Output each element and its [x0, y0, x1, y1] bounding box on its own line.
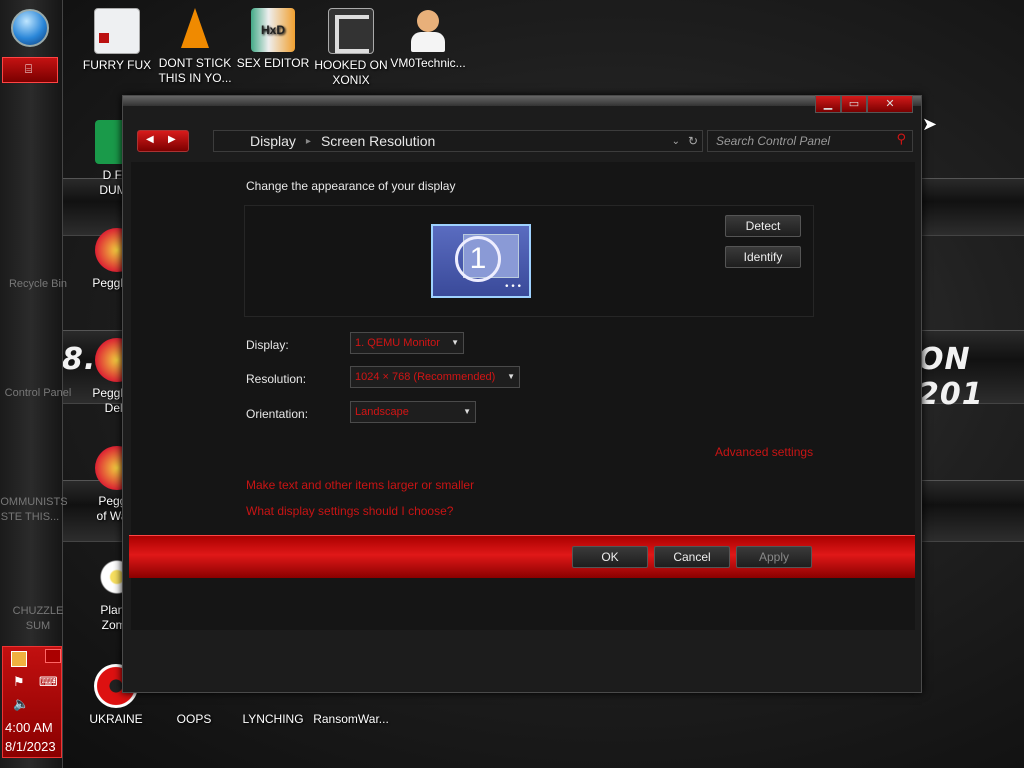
advanced-settings-link[interactable]: Advanced settings — [715, 445, 813, 459]
search-icon[interactable]: ⚲ — [896, 132, 906, 147]
identify-button[interactable]: Identify — [725, 246, 801, 268]
icon-label: DONT STICK — [158, 56, 232, 70]
vlc-cone-icon — [173, 8, 217, 52]
action-center-flag-icon[interactable]: ⚑ — [13, 675, 25, 690]
desktop-icon-furry-fux[interactable]: FURRY FUX — [79, 8, 155, 73]
wallpaper-text-right: ON 201 — [918, 342, 984, 412]
icon-label: LYNCHING — [242, 712, 304, 726]
display-select-value: 1. QEMU Monitor — [355, 337, 440, 349]
ok-button[interactable]: OK — [572, 546, 648, 568]
maximize-button[interactable]: ▭ — [841, 95, 867, 113]
back-forward-buttons: ◀ ▶ — [137, 130, 189, 152]
desktop-icon-recycle-bin[interactable]: Recycle Bin — [0, 277, 76, 292]
desktop-icon-hooked-on-xonix[interactable]: HOOKED ON XONIX — [313, 8, 389, 88]
dialog-button-bar: OK Cancel Apply — [129, 535, 915, 578]
minimize-button[interactable]: ▁ — [815, 95, 841, 113]
monitor-number: 1 — [455, 236, 501, 282]
hex-editor-icon: HxD — [251, 8, 295, 52]
icon-label: Control Panel — [4, 387, 72, 399]
clock-date[interactable]: 8/1/2023 — [5, 739, 56, 754]
icon-label: HOOKED ON — [314, 58, 388, 72]
icon-label: UKRAINE — [89, 712, 143, 726]
detect-button[interactable]: Detect — [725, 215, 801, 237]
screen-resolution-window: ▁ ▭ ✕ ◀ ▶ Display ▸ Screen Resolution ⌄ … — [122, 95, 922, 693]
resolution-label: Resolution: — [246, 372, 307, 386]
apply-button[interactable]: Apply — [736, 546, 812, 568]
orientation-select-value: Landscape — [355, 406, 409, 418]
volume-icon[interactable]: 🔈 — [13, 697, 29, 712]
icon-label: Recycle Bin — [8, 278, 68, 290]
refresh-icon[interactable]: ↻ — [688, 134, 698, 148]
icon-label-line2: SUM — [25, 620, 51, 632]
address-bar[interactable]: Display ▸ Screen Resolution ⌄ ↻ — [213, 130, 703, 152]
resolution-select-value: 1024 × 768 (Recommended) — [355, 371, 496, 383]
breadcrumb-display[interactable]: Display — [250, 133, 296, 149]
window-title-bar[interactable] — [123, 96, 921, 106]
start-button[interactable] — [11, 9, 49, 47]
program-window-icon — [94, 8, 140, 54]
which-settings-link[interactable]: What display settings should I choose? — [246, 504, 453, 518]
back-arrow-icon[interactable]: ◀ — [146, 134, 154, 145]
icon-label: CHUZZLE — [12, 605, 64, 617]
desktop-icon-control-panel[interactable]: Control Panel — [0, 386, 76, 401]
taskbar: ⌸ ⚑ ⌨ 🔈 4:00 AM 8/1/2023 — [0, 0, 63, 768]
taskbar-app-control-panel[interactable]: ⌸ — [2, 57, 58, 83]
close-icon: ✕ — [885, 97, 895, 110]
chevron-down-icon: ▼ — [463, 407, 471, 416]
mouse-pointer-icon: ➤ — [922, 114, 938, 135]
close-button[interactable]: ✕ — [867, 95, 913, 113]
icon-label-line2: XONIX — [332, 73, 370, 87]
clock-time[interactable]: 4:00 AM — [5, 720, 53, 735]
chevron-down-icon: ▼ — [507, 372, 515, 381]
desktop-icon-vm0technic[interactable]: VM0Technic... — [390, 8, 466, 71]
desktop-icon-dont-stick[interactable]: DONT STICK THIS IN YO... — [157, 8, 233, 86]
orientation-select[interactable]: Landscape ▼ — [350, 401, 476, 423]
control-panel-icon: ⌸ — [25, 62, 33, 76]
icon-label: COMMUNISTS — [0, 496, 68, 508]
system-tray: ⚑ ⌨ 🔈 4:00 AM 8/1/2023 — [2, 646, 62, 758]
tray-app-icon[interactable] — [11, 651, 27, 667]
user-avatar-icon — [406, 8, 450, 52]
cancel-button[interactable]: Cancel — [654, 546, 730, 568]
network-icon[interactable]: ⌨ — [39, 675, 58, 690]
chevron-down-icon: ▼ — [451, 338, 459, 347]
icon-label: SEX EDITOR — [236, 56, 310, 70]
page-heading: Change the appearance of your display — [246, 179, 456, 193]
text-size-link[interactable]: Make text and other items larger or smal… — [246, 478, 474, 492]
address-dropdown-icon[interactable]: ⌄ — [672, 136, 680, 147]
search-input[interactable]: Search Control Panel — [716, 134, 830, 148]
breadcrumb-separator-icon[interactable]: ▸ — [306, 136, 311, 147]
display-select[interactable]: 1. QEMU Monitor ▼ — [350, 332, 464, 354]
minimize-icon: ▁ — [823, 97, 833, 110]
forward-arrow-icon[interactable]: ▶ — [168, 134, 176, 145]
icon-label: VM0Technic... — [390, 56, 466, 70]
orientation-label: Orientation: — [246, 407, 309, 421]
icon-label-line2: STE THIS... — [0, 511, 60, 523]
search-box[interactable]: Search Control Panel ⚲ — [707, 130, 913, 152]
show-hidden-icons-button[interactable] — [45, 649, 61, 663]
xonix-game-icon — [328, 8, 374, 54]
desktop-icon-sex-editor[interactable]: HxD SEX EDITOR — [235, 8, 311, 71]
desktop-icon-chuzzle[interactable]: CHUZZLE SUM — [0, 604, 76, 634]
icon-label: RansomWar... — [313, 712, 389, 726]
navigation-bar: ◀ ▶ Display ▸ Screen Resolution ⌄ ↻ Sear… — [131, 128, 915, 156]
breadcrumb-screen-resolution[interactable]: Screen Resolution — [321, 133, 435, 149]
monitor-taskbar-dots-icon: ••• — [504, 282, 523, 292]
icon-label: FURRY FUX — [82, 58, 152, 72]
resolution-select[interactable]: 1024 × 768 (Recommended) ▼ — [350, 366, 520, 388]
desktop-icon-communists[interactable]: COMMUNISTS STE THIS... — [0, 495, 68, 525]
icon-label-line2: THIS IN YO... — [158, 71, 232, 85]
monitor-1-thumbnail[interactable]: 1 ••• — [431, 224, 531, 298]
icon-label: OOPS — [176, 712, 212, 726]
display-label: Display: — [246, 338, 289, 352]
maximize-icon: ▭ — [848, 97, 860, 110]
